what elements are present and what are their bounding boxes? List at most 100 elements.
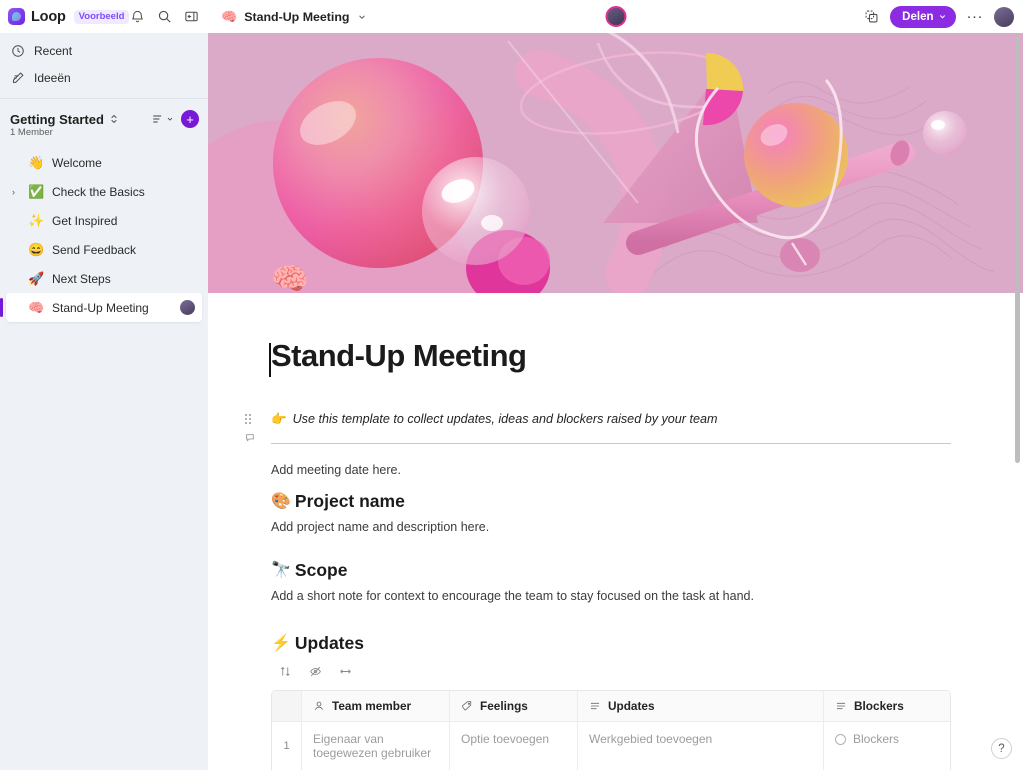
sidebar-item-check-the-basics[interactable]: › ✅ Check the Basics <box>6 177 202 206</box>
document-emoji-icon[interactable]: 🧠 <box>271 265 308 295</box>
column-header-feelings[interactable]: Feelings <box>450 691 578 721</box>
section-heading-scope[interactable]: 🔭 Scope <box>271 560 1023 581</box>
callout-text: Use this template to collect updates, id… <box>292 412 718 426</box>
callout-block: 👉 Use this template to collect updates, … <box>245 412 1023 442</box>
share-button-label: Delen <box>902 10 934 23</box>
document-tab[interactable]: 🧠 Stand-Up Meeting <box>221 10 367 24</box>
collaborator-avatar[interactable] <box>605 6 626 27</box>
section-heading-project-name[interactable]: 🎨 Project name <box>271 491 1023 512</box>
telescope-icon: 🔭 <box>271 561 291 579</box>
sparkles-icon: ✨ <box>28 213 45 228</box>
pencil-idea-icon <box>10 70 25 85</box>
more-options-button[interactable]: ··· <box>967 9 984 24</box>
column-header-updates[interactable]: Updates <box>578 691 824 721</box>
sidebar-item-label: Get Inspired <box>52 213 118 228</box>
drag-handle-icon[interactable] <box>245 414 251 424</box>
section-paragraph-project-name[interactable]: Add project name and description here. <box>271 520 1023 534</box>
list-options-icon[interactable] <box>151 112 174 126</box>
help-button[interactable]: ? <box>991 738 1012 759</box>
sidebar-item-label: Send Feedback <box>52 242 137 257</box>
sidebar-item-recent[interactable]: Recent <box>0 37 208 64</box>
top-bar: Loop Voorbeeld 🧠 Stand-Up Meeting Delen … <box>0 0 1023 33</box>
smiley-icon: 😄 <box>28 242 45 257</box>
section-heading-updates[interactable]: ⚡ Updates <box>271 633 1023 654</box>
section-heading-label: Project name <box>294 491 405 511</box>
sidebar: Recent Ideeën Getting Started + 1 Member… <box>0 33 208 770</box>
search-icon[interactable] <box>156 9 172 25</box>
cell-blockers-label: Blockers <box>853 732 900 746</box>
copy-link-icon[interactable] <box>863 9 879 25</box>
resize-columns-icon[interactable] <box>339 665 352 678</box>
share-button[interactable]: Delen <box>890 5 956 28</box>
clock-icon <box>10 43 25 58</box>
collapse-panel-icon[interactable] <box>183 9 199 25</box>
chevron-updown-icon[interactable] <box>109 113 119 125</box>
expand-chevron-icon[interactable]: › <box>12 187 15 197</box>
text-lines-icon <box>835 700 847 712</box>
chevron-down-icon <box>939 15 945 19</box>
brain-icon: 🧠 <box>221 9 238 24</box>
sidebar-item-get-inspired[interactable]: ✨ Get Inspired <box>6 206 202 235</box>
table-toolbar <box>271 665 1023 678</box>
brain-icon: 🧠 <box>28 300 45 315</box>
cover-image[interactable] <box>208 33 1023 293</box>
comment-icon[interactable] <box>245 430 256 448</box>
loop-logo-icon[interactable] <box>8 8 25 25</box>
row-number-header <box>272 691 302 721</box>
meeting-date-placeholder[interactable]: Add meeting date here. <box>271 463 1023 477</box>
sidebar-item-stand-up-meeting[interactable]: 🧠 Stand-Up Meeting <box>0 293 202 322</box>
column-header-label: Team member <box>332 699 412 713</box>
sidebar-item-send-feedback[interactable]: 😄 Send Feedback <box>6 235 202 264</box>
table-header-row: Team member Feelings Updates Blockers <box>272 691 950 722</box>
column-header-label: Feelings <box>480 699 528 713</box>
cell-team-member[interactable]: Eigenaar van toegewezen gebruiker <box>302 722 450 770</box>
app-body: Recent Ideeën Getting Started + 1 Member… <box>0 33 1023 770</box>
add-plus-icon[interactable]: + <box>181 110 199 128</box>
cell-updates[interactable]: Werkgebied toevoegen <box>578 722 824 770</box>
sidebar-item-label: Ideeën <box>34 70 71 85</box>
table-row[interactable]: 1 Eigenaar van toegewezen gebruiker Opti… <box>272 722 950 770</box>
sort-icon[interactable] <box>279 665 292 678</box>
callout-text-row[interactable]: 👉 Use this template to collect updates, … <box>271 412 718 427</box>
page-title[interactable]: Stand-Up Meeting <box>269 293 1023 377</box>
cover-artwork <box>208 33 1023 293</box>
topbar-actions: Delen ··· <box>863 5 1023 28</box>
cell-feelings[interactable]: Optie toevoegen <box>450 722 578 770</box>
column-header-team-member[interactable]: Team member <box>302 691 450 721</box>
sidebar-divider <box>0 98 208 99</box>
workspace-title: Getting Started <box>10 111 104 127</box>
workspace-actions: + <box>151 110 199 128</box>
text-lines-icon <box>589 700 601 712</box>
tag-icon <box>461 700 473 712</box>
topbar-left-brand-area: Loop Voorbeeld <box>0 0 208 33</box>
column-header-blockers[interactable]: Blockers <box>824 691 950 721</box>
column-header-label: Blockers <box>854 699 904 713</box>
sidebar-item-next-steps[interactable]: 🚀 Next Steps <box>6 264 202 293</box>
column-header-label: Updates <box>608 699 655 713</box>
checkbox-circle-icon[interactable] <box>835 734 846 745</box>
rocket-icon: 🚀 <box>28 271 45 286</box>
sidebar-item-ideeen[interactable]: Ideeën <box>0 64 208 91</box>
scrollbar-thumb[interactable] <box>1015 36 1020 463</box>
divider-rule <box>271 443 951 444</box>
section-heading-label: Updates <box>294 633 364 653</box>
brand-name: Loop <box>31 8 66 25</box>
checkmark-icon: ✅ <box>28 184 45 199</box>
document-tab-title: Stand-Up Meeting <box>244 9 350 24</box>
cell-blockers[interactable]: Blockers <box>824 722 950 770</box>
hide-column-icon[interactable] <box>309 665 322 678</box>
bell-icon[interactable] <box>129 9 145 25</box>
section-paragraph-scope[interactable]: Add a short note for context to encourag… <box>271 589 1023 603</box>
vertical-scrollbar[interactable] <box>1013 33 1022 770</box>
loop-app-window: Loop Voorbeeld 🧠 Stand-Up Meeting Delen … <box>0 0 1023 770</box>
sidebar-item-label: Recent <box>34 43 73 58</box>
account-avatar[interactable] <box>994 6 1014 27</box>
sidebar-item-label: Check the Basics <box>52 184 145 199</box>
page-collaborator-avatar[interactable] <box>180 300 195 315</box>
sidebar-item-welcome[interactable]: 👋 Welcome <box>6 148 202 177</box>
lightning-icon: ⚡ <box>271 634 291 652</box>
sidebar-item-label: Stand-Up Meeting <box>52 300 149 315</box>
chevron-down-icon[interactable] <box>357 12 367 22</box>
updates-table: Team member Feelings Updates Blockers 1 … <box>271 690 951 770</box>
wave-icon: 👋 <box>28 155 45 170</box>
